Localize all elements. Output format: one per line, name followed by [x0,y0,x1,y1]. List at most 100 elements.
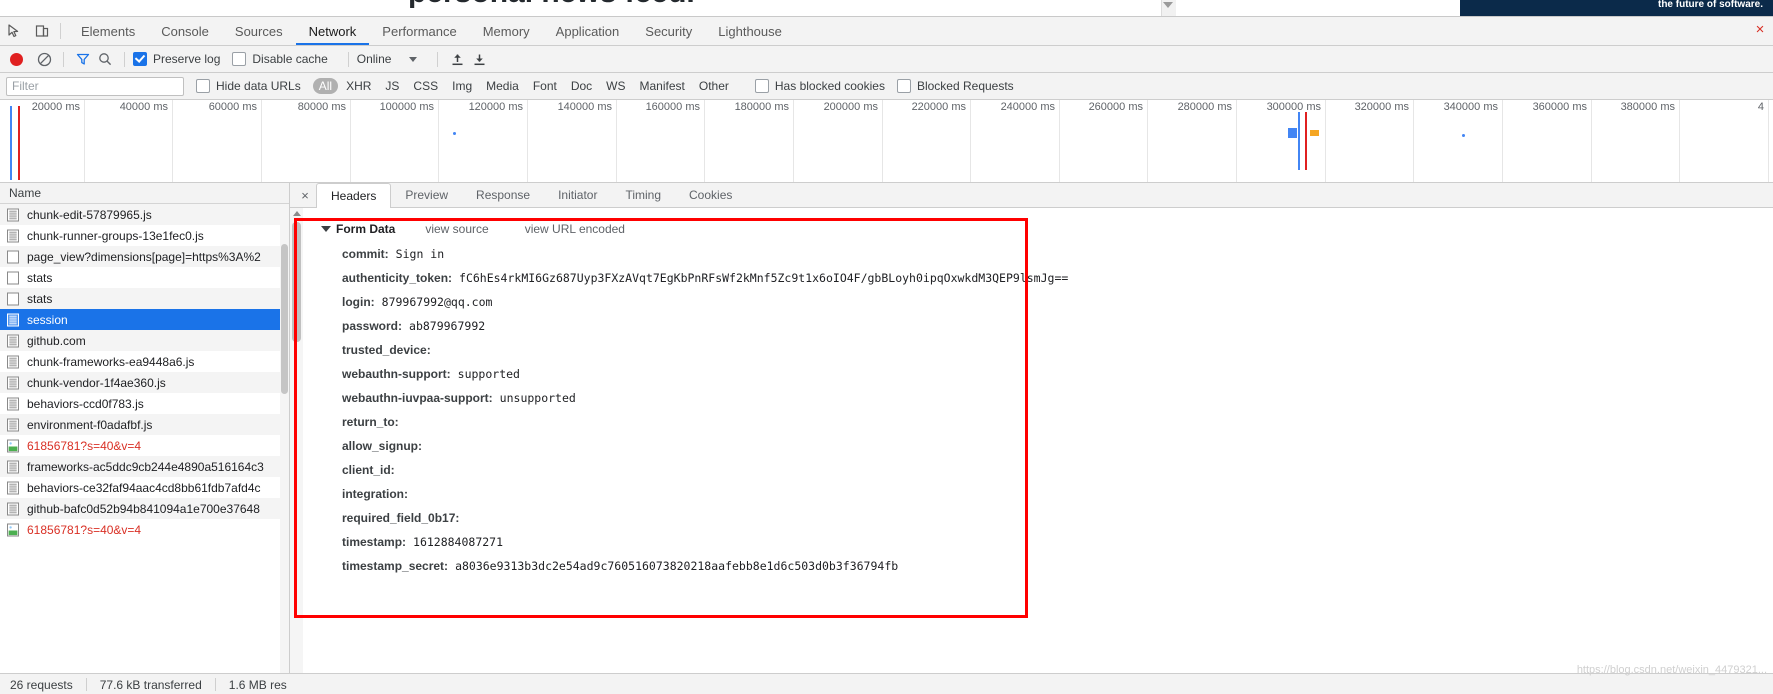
filter-type-media[interactable]: Media [480,78,525,94]
request-row[interactable]: stats [0,267,289,288]
script-file-icon [7,481,19,494]
filter-type-ws[interactable]: WS [600,78,631,94]
tab-network[interactable]: Network [296,18,370,45]
request-row[interactable]: environment-f0adafbf.js [0,414,289,435]
request-row[interactable]: stats [0,288,289,309]
overview-tick [1768,100,1769,182]
filter-type-doc[interactable]: Doc [565,78,598,94]
inspect-element-icon[interactable] [0,18,28,44]
detail-tab-headers[interactable]: Headers [316,183,392,208]
disable-cache-checkbox[interactable]: Disable cache [232,52,328,66]
form-data-value: supported [457,367,520,381]
filter-type-other[interactable]: Other [693,78,735,94]
request-list: Name chunk-edit-57879965.js chunk-runner-… [0,183,290,694]
request-row[interactable]: github.com [0,330,289,351]
throttling-select[interactable]: Online [357,52,392,66]
script-file-icon [7,313,19,326]
filter-type-js[interactable]: JS [379,78,405,94]
chevron-down-icon[interactable] [409,56,418,62]
request-row[interactable]: page_view?dimensions[page]=https%3A%2 [0,246,289,267]
has-blocked-cookies-checkbox[interactable]: Has blocked cookies [754,79,885,93]
tab-lighthouse[interactable]: Lighthouse [705,18,795,45]
request-name: chunk-edit-57879965.js [27,207,152,222]
filter-icon[interactable] [72,48,94,70]
overview-tick [616,100,617,182]
overview-event-marker [1298,112,1300,170]
search-icon[interactable] [94,48,116,70]
tab-sources[interactable]: Sources [222,18,296,45]
tab-security[interactable]: Security [632,18,705,45]
request-row[interactable]: 61856781?s=40&v=4 [0,435,289,456]
filter-type-all[interactable]: All [312,78,339,94]
detail-tab-cookies[interactable]: Cookies [675,184,746,207]
tab-elements[interactable]: Elements [68,18,148,45]
clear-icon[interactable] [33,48,55,70]
toggle-device-toolbar-icon[interactable] [28,18,56,44]
overview-event-marker [10,106,12,180]
tab-application[interactable]: Application [543,18,633,45]
overview-tick-label: 320000 ms [1354,101,1409,113]
request-row[interactable]: 61856781?s=40&v=4 [0,519,289,540]
form-data-title: Form Data [336,222,396,236]
request-row[interactable]: chunk-edit-57879965.js [0,204,289,225]
filter-type-xhr[interactable]: XHR [340,78,377,94]
tab-memory[interactable]: Memory [470,18,543,45]
hide-data-urls-checkbox[interactable]: Hide data URLs [196,79,301,93]
image-file-icon [6,439,20,453]
form-data-row: webauthn-iuvpaa-support: unsupported [321,391,1773,415]
request-name: behaviors-ccd0f783.js [27,396,144,411]
form-data-key: client_id: [342,463,395,477]
column-header-name[interactable]: Name [0,183,289,204]
network-overview-timeline[interactable]: 20000 ms 40000 ms 60000 ms 80000 ms 100000 m… [0,100,1773,183]
script-file-icon [6,418,20,432]
request-row[interactable]: behaviors-ce32faf94aac4cd8bb61fdb7afd4c [0,477,289,498]
request-row[interactable]: behaviors-ccd0f783.js [0,393,289,414]
request-list-scrollbar[interactable] [280,204,289,694]
overview-tick-label: 40000 ms [119,101,168,113]
filter-type-img[interactable]: Img [446,78,478,94]
scrollbar-thumb[interactable] [292,222,301,342]
record-button[interactable] [10,52,23,66]
request-row[interactable]: chunk-vendor-1f4ae360.js [0,372,289,393]
view-url-encoded-link[interactable]: view URL encoded [525,222,625,236]
filter-input[interactable] [6,76,184,96]
form-data-value: 1612884087271 [413,535,504,549]
overview-tick [970,100,971,182]
view-source-link[interactable]: view source [425,222,488,236]
tab-console[interactable]: Console [148,18,222,45]
request-row[interactable]: frameworks-ac5ddc9cb244e4890a516164c3 [0,456,289,477]
import-har-icon[interactable] [446,48,468,70]
overview-tick [1591,100,1592,182]
detail-tab-initiator[interactable]: Initiator [544,184,611,207]
detail-tab-preview[interactable]: Preview [391,184,462,207]
preserve-log-checkbox[interactable]: Preserve log [133,52,220,66]
toolbar-divider [347,51,349,67]
request-row[interactable]: session [0,309,289,330]
request-name: 61856781?s=40&v=4 [27,438,142,453]
filter-type-manifest[interactable]: Manifest [634,78,691,94]
close-icon[interactable]: × [294,188,316,203]
script-file-icon [7,376,19,389]
request-name: 61856781?s=40&v=4 [27,522,142,537]
blocked-requests-checkbox[interactable]: Blocked Requests [896,79,1014,93]
request-row[interactable]: chunk-runner-groups-13e1fec0.js [0,225,289,246]
request-name: chunk-frameworks-ea9448a6.js [27,354,195,369]
form-data-key: webauthn-iuvpaa-support: [342,391,493,405]
filter-type-font[interactable]: Font [527,78,563,94]
detail-tab-timing[interactable]: Timing [611,184,675,207]
close-icon[interactable]: × [1753,22,1767,37]
request-row[interactable]: chunk-frameworks-ea9448a6.js [0,351,289,372]
request-row[interactable]: github-bafc0d52b94b841094a1e700e37648 [0,498,289,519]
checkbox-box [232,52,247,66]
resources-size: 1.6 MB res [228,677,287,692]
network-toolbar: Preserve log Disable cache Online [0,46,1773,73]
scrollbar-thumb[interactable] [281,244,288,394]
xhr-file-icon [6,292,20,306]
detail-scrollbar[interactable] [290,208,303,694]
export-har-icon[interactable] [468,48,490,70]
filter-type-css[interactable]: CSS [407,78,444,94]
chevron-up-icon[interactable] [293,211,301,216]
tab-performance[interactable]: Performance [369,18,469,45]
detail-tab-response[interactable]: Response [462,184,544,207]
chevron-down-icon[interactable] [321,226,331,232]
